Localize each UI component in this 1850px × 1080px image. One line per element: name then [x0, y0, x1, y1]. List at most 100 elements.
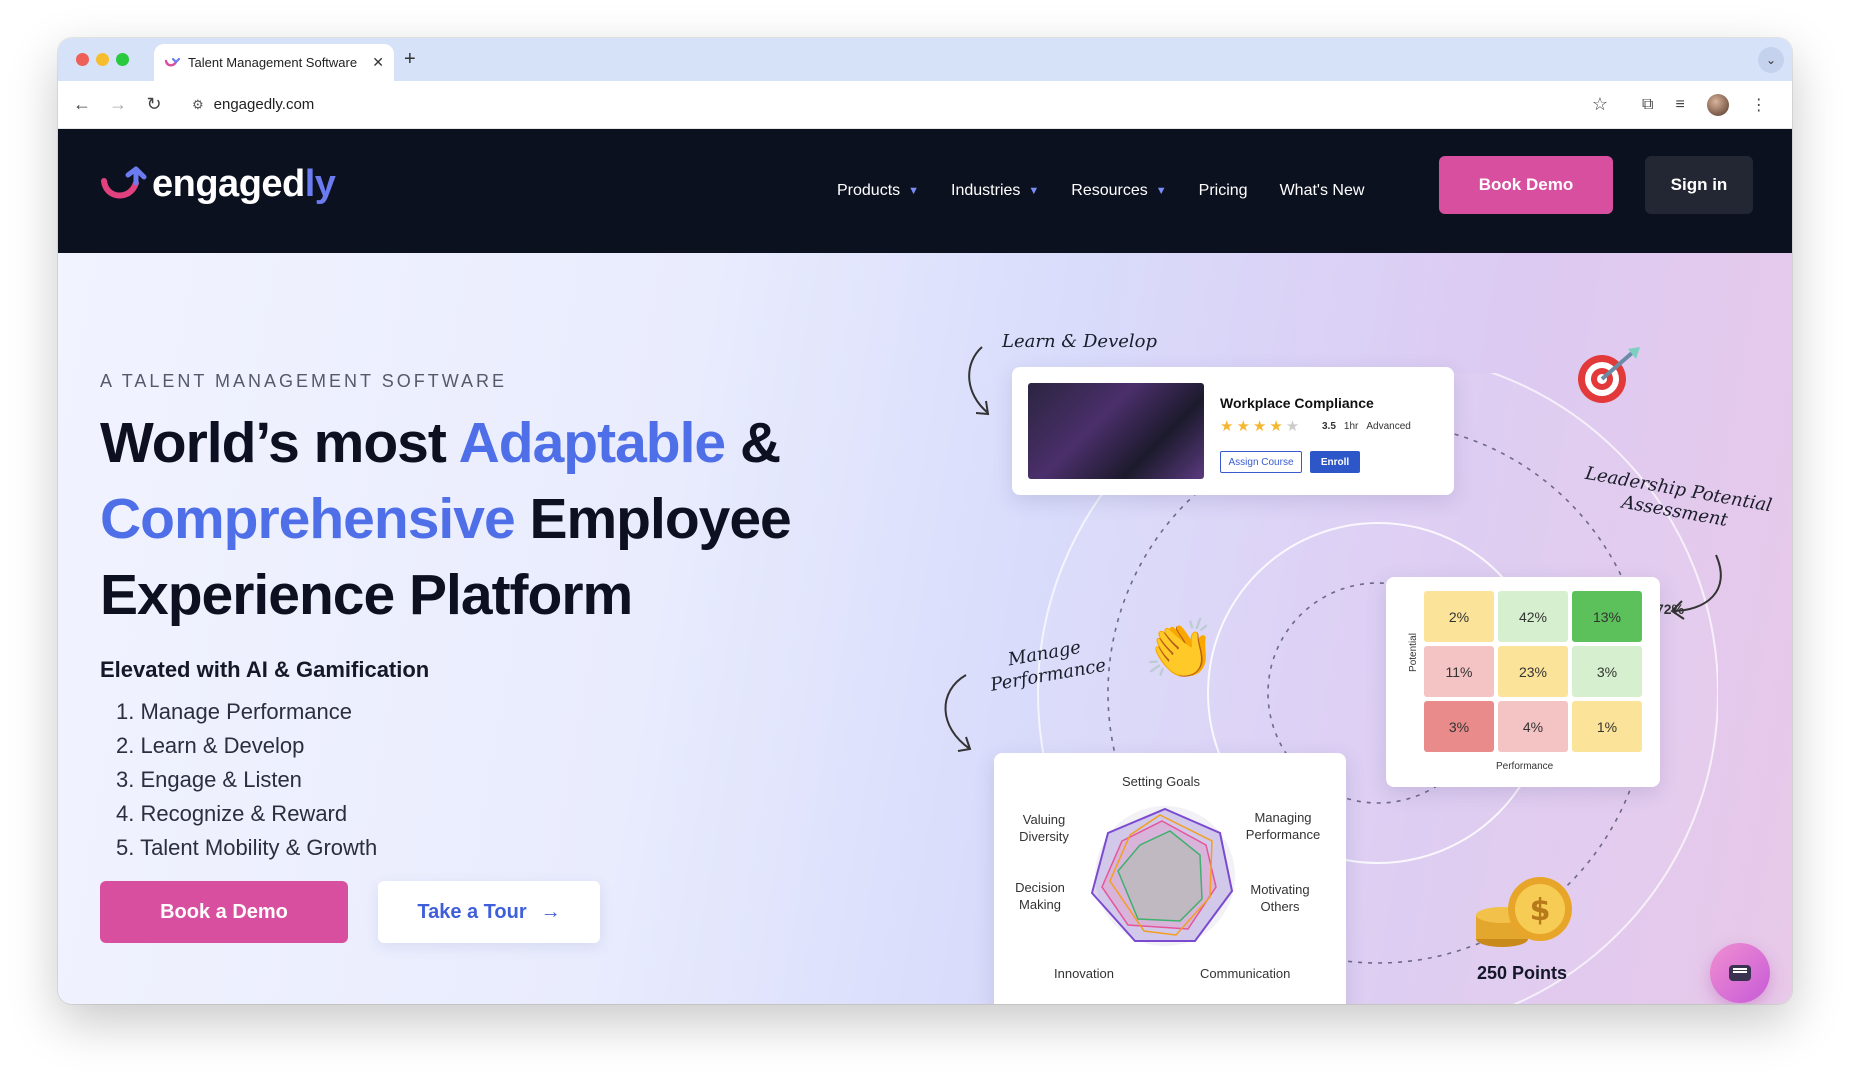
browser-tab[interactable]: Talent Management Software ✕ — [154, 44, 394, 81]
rating-stars-icon: ★★★★★ — [1220, 418, 1303, 435]
nav-pricing[interactable]: Pricing — [1199, 182, 1248, 200]
matrix-cell: 1% — [1572, 701, 1642, 752]
radar-label: Valuing Diversity — [1019, 812, 1069, 844]
course-level: Advanced — [1366, 421, 1411, 432]
nav-industries-label: Industries — [951, 182, 1021, 199]
radar-label: Decision Making — [1015, 880, 1065, 912]
nav-industries[interactable]: Industries ▼ — [951, 182, 1039, 200]
extensions-icon[interactable]: ⧉ — [1642, 96, 1653, 114]
nav-resources[interactable]: Resources ▼ — [1071, 182, 1166, 200]
bookmark-star-icon[interactable]: ☆ — [1592, 94, 1608, 115]
minimize-window-button[interactable] — [96, 53, 109, 66]
media-control-icon[interactable]: ≡ — [1675, 96, 1684, 114]
logo-text-accent: ly — [304, 163, 336, 205]
competency-radar-card: Setting Goals Managing Performance Motiv… — [994, 753, 1346, 1004]
url-text: engagedly.com — [213, 96, 315, 113]
chat-icon — [1729, 965, 1751, 981]
radar-label: Communication — [1200, 966, 1291, 981]
curved-arrow-icon — [944, 674, 972, 752]
chevron-down-icon: ▼ — [1028, 185, 1040, 197]
arrow-right-icon: → — [540, 900, 561, 923]
matrix-cell: 2% — [1424, 591, 1494, 642]
course-thumbnail — [1028, 383, 1204, 479]
sign-in-button[interactable]: Sign in — [1645, 156, 1753, 214]
feature-list: 1. Manage Performance 2. Learn & Develop… — [116, 695, 377, 865]
target-icon — [1578, 347, 1640, 403]
reload-icon[interactable]: ↻ — [136, 94, 172, 115]
browser-window: Talent Management Software ✕ + ⌄ ← → ↻ ⚙… — [58, 38, 1792, 1004]
tab-search-icon[interactable]: ⌄ — [1758, 47, 1784, 73]
nav-resources-label: Resources — [1071, 182, 1148, 199]
clapping-hands-icon: 👏 — [1144, 615, 1217, 683]
coins-icon: $ — [1476, 877, 1572, 947]
headline-accent: Comprehensive — [100, 487, 516, 551]
hero-section: A TALENT MANAGEMENT SOFTWARE World’s mos… — [58, 253, 1792, 1004]
headline-part: & — [725, 411, 781, 475]
matrix-cell: 3% — [1424, 701, 1494, 752]
curved-arrow-icon — [968, 346, 990, 416]
radar-label: Innovation — [1054, 966, 1114, 981]
profile-avatar[interactable] — [1706, 93, 1729, 116]
course-duration: 1hr — [1343, 421, 1359, 432]
enroll-button[interactable]: Enroll — [1310, 451, 1360, 473]
nine-box-grid: 2% 42% 13% 11% 23% 3% 3% 4% 1% — [1424, 591, 1642, 752]
course-rating: 3.5 — [1322, 421, 1336, 432]
svg-text:$: $ — [1530, 893, 1551, 928]
main-nav: Products ▼ Industries ▼ Resources ▼ Pricing… — [837, 129, 1364, 253]
radar-label: Motivating Others — [1250, 882, 1310, 914]
hero-eyebrow: A TALENT MANAGEMENT SOFTWARE — [100, 371, 508, 391]
chat-widget-button[interactable] — [1710, 943, 1770, 1003]
back-icon[interactable]: ← — [64, 94, 100, 115]
browser-menu-icon[interactable]: ⋮ — [1751, 95, 1767, 115]
hero-headline: World’s most Adaptable & Comprehensive E… — [100, 405, 820, 633]
list-item: 1. Manage Performance — [116, 699, 353, 724]
headline-part: World’s most — [100, 411, 459, 475]
course-card: Workplace Compliance ★★★★★ 3.5 1hr Advance… — [1012, 367, 1454, 495]
nav-pricing-label: Pricing — [1198, 182, 1248, 199]
close-tab-icon[interactable]: ✕ — [372, 54, 384, 71]
matrix-cell: 4% — [1498, 701, 1568, 752]
engagedly-logo[interactable]: engagedly — [100, 163, 336, 206]
site-settings-icon[interactable]: ⚙ — [192, 97, 204, 113]
website: engagedly Products ▼ Industries ▼ Resource… — [58, 129, 1792, 1004]
new-tab-icon[interactable]: + — [404, 48, 416, 71]
assign-course-button[interactable]: Assign Course — [1220, 451, 1302, 473]
logo-icon — [101, 166, 147, 198]
matrix-cell: 42% — [1498, 591, 1568, 642]
tab-bar: Talent Management Software ✕ + ⌄ — [58, 38, 1792, 81]
address-bar[interactable]: ⚙ engagedly.com ☆ — [180, 88, 1620, 122]
nav-whats-new[interactable]: What's New — [1280, 182, 1365, 200]
book-demo-button[interactable]: Book Demo — [1439, 156, 1613, 214]
course-title: Workplace Compliance — [1220, 395, 1374, 411]
book-a-demo-button[interactable]: Book a Demo — [100, 881, 348, 943]
close-window-button[interactable] — [76, 53, 89, 66]
list-item: 3. Engage & Listen — [116, 767, 302, 792]
learn-develop-label: Learn & Develop — [1002, 331, 1158, 352]
nav-products[interactable]: Products ▼ — [837, 182, 919, 200]
radar-chart — [1090, 806, 1235, 946]
axis-performance: Performance — [1496, 761, 1554, 772]
forward-icon[interactable]: → — [100, 94, 136, 115]
logo-text-main: engaged — [152, 163, 305, 205]
chevron-down-icon: ▼ — [908, 185, 920, 197]
take-a-tour-label: Take a Tour — [417, 900, 527, 923]
tab-title: Talent Management Software — [188, 55, 358, 70]
matrix-cell: 11% — [1424, 646, 1494, 697]
list-item: 5. Talent Mobility & Growth — [116, 835, 378, 860]
maximize-window-button[interactable] — [116, 53, 129, 66]
points-label: 250 Points — [1477, 963, 1568, 983]
list-item: 4. Recognize & Reward — [116, 801, 348, 826]
take-a-tour-button[interactable]: Take a Tour → — [378, 881, 600, 943]
chevron-down-icon: ▼ — [1155, 185, 1167, 197]
headline-accent: Adaptable — [458, 411, 727, 475]
nav-whats-new-label: What's New — [1279, 182, 1365, 199]
nine-box-matrix-card: Potential 2% 42% 13% 11% 23% 3% 3% 4% 1% Perform… — [1386, 577, 1660, 787]
list-item: 2. Learn & Develop — [116, 733, 305, 758]
hero-subheading: Elevated with AI & Gamification — [100, 657, 430, 682]
curved-arrow-icon — [1670, 554, 1722, 620]
axis-potential: Potential — [1407, 633, 1419, 672]
browser-toolbar: ← → ↻ ⚙ engagedly.com ☆ ⧉ ≡ ⋮ — [58, 81, 1792, 129]
nav-products-label: Products — [837, 182, 901, 199]
radar-label: Managing Performance — [1245, 810, 1321, 842]
matrix-cell: 23% — [1498, 646, 1568, 697]
